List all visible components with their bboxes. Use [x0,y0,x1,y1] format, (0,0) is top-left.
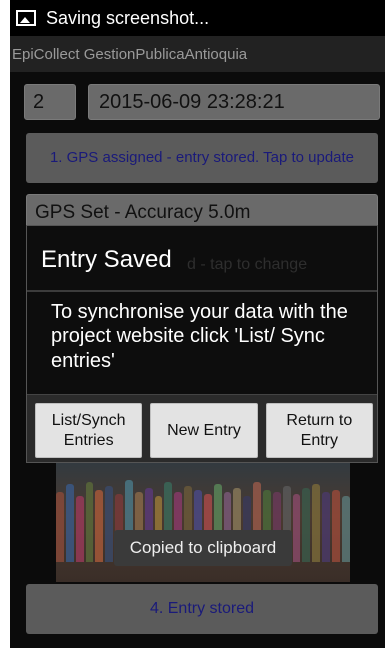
dialog-button-bar: List/Synch Entries New Entry Return to E… [27,394,377,462]
dialog-title-text: Entry Saved [41,246,172,273]
dialog-background-text: d - tap to change [187,256,308,273]
status-bar: Saving screenshot... [10,0,385,36]
gps-update-button[interactable]: 1. GPS assigned - entry stored. Tap to u… [26,133,378,183]
phone-screen: Saving screenshot... EpiCollect GestionP… [10,0,385,648]
return-to-entry-button[interactable]: Return to Entry [265,403,373,458]
status-text: Saving screenshot... [46,7,210,28]
list-sync-entries-button[interactable]: List/Synch Entries [35,403,143,458]
dialog-title: Entry Saved d - tap to change [27,226,377,292]
entry-saved-dialog: Entry Saved d - tap to change To synchro… [26,225,378,463]
app-title: EpiCollect GestionPublicaAntioquia [10,36,385,72]
entry-datetime-field[interactable]: 2015-06-09 23:28:21 [88,84,380,120]
clipboard-toast: Copied to clipboard [114,530,292,566]
entry-stored-button[interactable]: 4. Entry stored [26,584,378,634]
entry-id-field[interactable]: 2 [24,84,76,120]
new-entry-button[interactable]: New Entry [150,403,258,458]
image-icon [16,10,36,26]
dialog-message: To synchronise your data with the projec… [51,301,348,372]
